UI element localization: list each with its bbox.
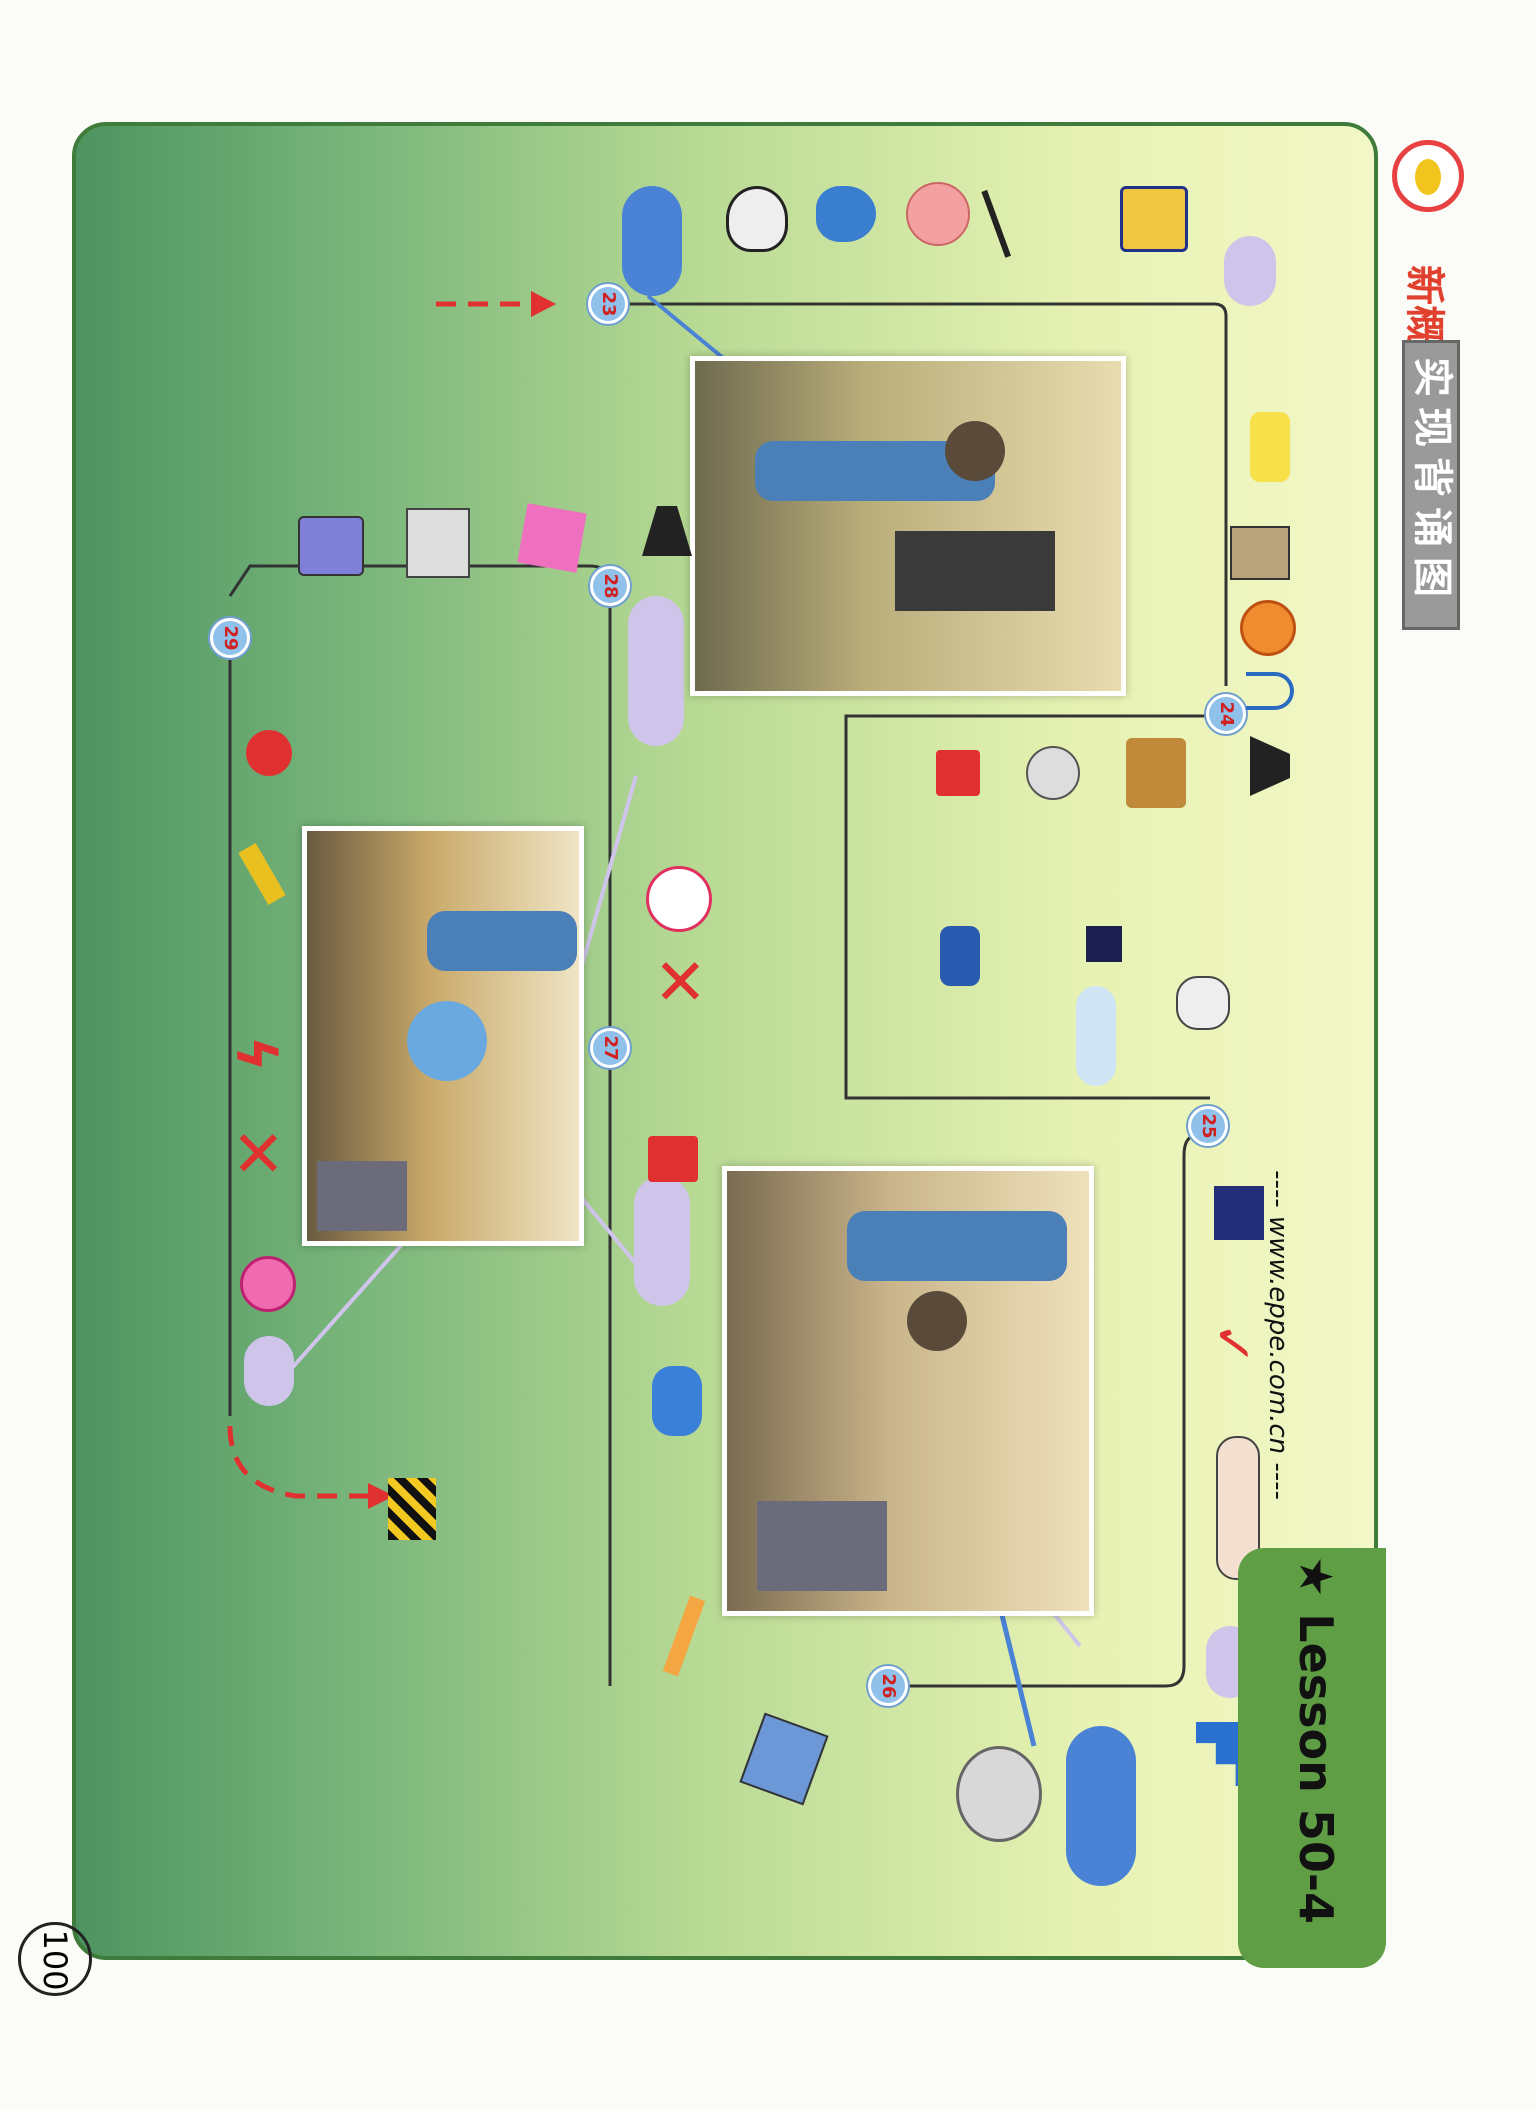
scene-photo-1 (690, 356, 1126, 696)
sleeping-face-icon (1026, 746, 1080, 800)
page-title: 实现背诵图 (1409, 357, 1455, 607)
bottle-icon (816, 186, 876, 242)
website-url: ---- www.eppe.com.cn ---- (1263, 1170, 1293, 1500)
form-icon (406, 508, 470, 578)
man-head (945, 421, 1005, 481)
co2-icon (1250, 412, 1290, 482)
clock-icon (1240, 600, 1296, 656)
hazard-sign-icon (388, 1478, 436, 1540)
money-paper-icon (517, 503, 587, 573)
lesson-label: ★ Lesson 50-4 (1289, 1556, 1343, 1924)
man-figure-3 (427, 911, 577, 971)
blue-bubble-bottom (1066, 1726, 1136, 1886)
printer-icon (1230, 526, 1290, 580)
tv-icon-27 (648, 1136, 698, 1182)
singer-icon (646, 866, 712, 932)
page-number-badge: 100 (18, 1922, 92, 1996)
step-23: 23 (588, 284, 628, 324)
tv-set (757, 1501, 887, 1591)
tv-icon (936, 750, 980, 796)
step-29: 29 (210, 618, 250, 658)
lilac-bubble-28 (628, 596, 684, 746)
money-bag-icon (726, 186, 788, 252)
city-night-icon (1214, 1186, 1264, 1240)
lamp-icon (1176, 976, 1230, 1030)
pink-clock-icon (240, 1256, 296, 1312)
step-25: 25 (1188, 1106, 1228, 1146)
window-frame (895, 531, 1055, 611)
scene-photo-2 (722, 1166, 1094, 1616)
red-question-icon (246, 730, 292, 776)
red-x-icon: ✕ (641, 954, 715, 1008)
radio-icon (298, 516, 364, 576)
recitation-board: 23 24 25 26 27 28 29 ✓ ✕ ϟ ✕ (72, 122, 1378, 1960)
car-icon (652, 1366, 702, 1436)
brand-logo (1392, 140, 1464, 212)
box-person-icon (1126, 738, 1186, 808)
dream-bubble (407, 1001, 487, 1081)
eyes-icon (1076, 986, 1116, 1086)
step-27: 27 (590, 1028, 630, 1068)
night-icon (1086, 926, 1122, 962)
page-number: 100 (36, 1929, 74, 1991)
red-arrow-head (531, 291, 556, 317)
question-exclaim-icon (662, 1446, 702, 1536)
red-check-icon: ✓ (1202, 1322, 1262, 1366)
tv-set-3 (317, 1161, 407, 1231)
red-lightning-icon: ϟ (224, 1036, 287, 1072)
blue-bubble-top (622, 186, 682, 296)
mask-icon (956, 1746, 1042, 1842)
scene-photo-3 (302, 826, 584, 1246)
cash-register-icon (1120, 186, 1188, 252)
kneeling-person-icon (940, 926, 980, 986)
lilac-bubble-29 (244, 1336, 294, 1406)
pink-face-icon (906, 182, 970, 246)
step-26: 26 (868, 1666, 908, 1706)
lilac-bubble-27 (634, 1176, 690, 1306)
red-dashed-arrow-end (227, 1425, 376, 1499)
step-28: 28 (590, 566, 630, 606)
up-arrow-icon (1246, 672, 1294, 710)
red-x-icon-29: ✕ (219, 1126, 293, 1180)
lilac-bubble-top (1224, 236, 1276, 306)
man-figure-2 (847, 1211, 1067, 1281)
step-24: 24 (1206, 694, 1246, 734)
man-head-2 (907, 1291, 967, 1351)
